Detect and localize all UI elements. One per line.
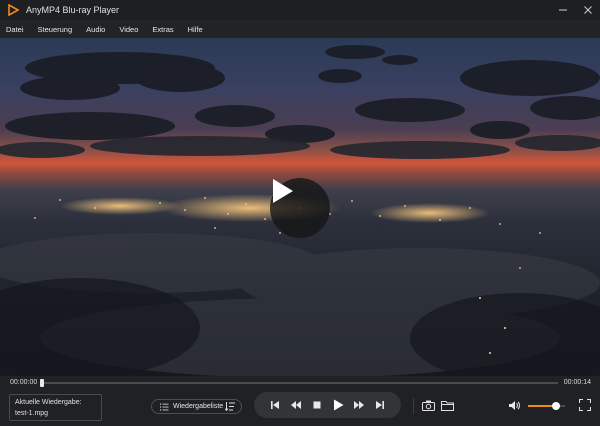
video-frame[interactable] bbox=[0, 38, 600, 376]
play-icon bbox=[333, 399, 344, 411]
volume-icon bbox=[508, 400, 520, 410]
fullscreen-icon bbox=[579, 399, 591, 411]
open-folder-button[interactable] bbox=[440, 398, 454, 412]
minimize-button[interactable] bbox=[550, 0, 575, 20]
folder-icon bbox=[440, 400, 454, 411]
window-controls bbox=[550, 0, 600, 20]
menu-steuerung[interactable]: Steuerung bbox=[38, 25, 73, 34]
next-button[interactable] bbox=[373, 398, 387, 412]
minimize-icon bbox=[558, 9, 567, 11]
forward-button[interactable] bbox=[352, 398, 366, 412]
volume-button[interactable] bbox=[507, 398, 521, 412]
volume-handle[interactable] bbox=[551, 402, 560, 410]
divider bbox=[413, 398, 414, 414]
current-time: 00:00:00 bbox=[10, 379, 38, 386]
center-play-button[interactable] bbox=[270, 178, 330, 238]
play-icon bbox=[273, 179, 293, 203]
playlist-icon bbox=[160, 403, 169, 411]
fullscreen-button[interactable] bbox=[578, 398, 592, 412]
rewind-button[interactable] bbox=[289, 398, 303, 412]
playlist-label: Wiedergabeliste bbox=[173, 403, 224, 410]
transport-controls bbox=[254, 392, 401, 418]
menu-extras[interactable]: Extras bbox=[152, 25, 173, 34]
title-bar: AnyMP4 Blu-ray Player bbox=[0, 0, 600, 20]
next-icon bbox=[376, 401, 385, 409]
stop-button[interactable] bbox=[310, 398, 324, 412]
sort-icon[interactable] bbox=[225, 402, 235, 411]
rewind-icon bbox=[290, 401, 301, 409]
snapshot-icon bbox=[421, 400, 435, 411]
now-playing-box: Aktuelle Wiedergabe: test-1.mpg bbox=[9, 394, 102, 421]
menu-datei[interactable]: Datei bbox=[6, 25, 24, 34]
snapshot-button[interactable] bbox=[421, 398, 435, 412]
total-time: 00:00:14 bbox=[563, 379, 591, 386]
progress-handle[interactable] bbox=[40, 379, 44, 387]
menu-video[interactable]: Video bbox=[119, 25, 138, 34]
app-logo-icon bbox=[6, 3, 20, 17]
menu-bar: Datei Steuerung Audio Video Extras Hilfe bbox=[0, 20, 600, 38]
play-button[interactable] bbox=[331, 398, 345, 412]
previous-icon bbox=[270, 401, 279, 409]
progress-track[interactable] bbox=[40, 382, 558, 384]
playlist-button[interactable]: Wiedergabeliste bbox=[151, 399, 242, 414]
previous-button[interactable] bbox=[268, 398, 282, 412]
now-playing-label: Aktuelle Wiedergabe: bbox=[15, 399, 82, 406]
stop-icon bbox=[313, 401, 321, 409]
progress-row: 00:00:00 00:00:14 bbox=[0, 376, 600, 390]
menu-hilfe[interactable]: Hilfe bbox=[188, 25, 203, 34]
app-title: AnyMP4 Blu-ray Player bbox=[26, 5, 120, 15]
control-bar: Aktuelle Wiedergabe: test-1.mpg Wiederga… bbox=[0, 390, 600, 426]
close-icon bbox=[583, 6, 592, 14]
close-button[interactable] bbox=[575, 0, 600, 20]
forward-icon bbox=[354, 401, 365, 409]
now-playing-file: test-1.mpg bbox=[15, 410, 49, 417]
menu-audio[interactable]: Audio bbox=[86, 25, 105, 34]
